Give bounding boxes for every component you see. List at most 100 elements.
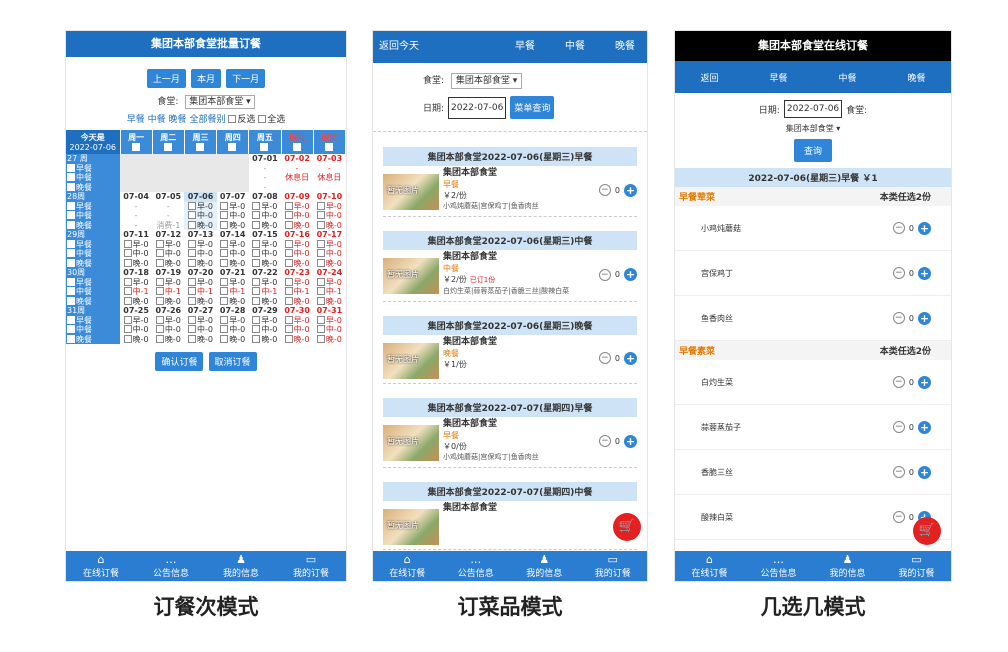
tab-online-order[interactable]: ⌂ 在线订餐 bbox=[373, 551, 442, 581]
meal-cell[interactable]: 晚-0 bbox=[184, 296, 216, 307]
meal-cell-checkbox[interactable] bbox=[284, 249, 293, 257]
meal-checkbox[interactable] bbox=[67, 220, 75, 229]
meal-cell[interactable]: 晚-0 bbox=[217, 220, 249, 231]
meal-cell-checkbox[interactable] bbox=[188, 258, 197, 267]
meal-cell-checkbox[interactable] bbox=[316, 277, 325, 286]
meal-cell-checkbox[interactable] bbox=[284, 325, 293, 333]
meal-cell[interactable]: 晚-0 bbox=[281, 334, 313, 345]
meal-cell[interactable]: 中-0 bbox=[184, 211, 217, 221]
plus-button[interactable]: + bbox=[918, 266, 931, 280]
meal-checkbox[interactable] bbox=[67, 211, 75, 219]
meal-cell[interactable]: 晚-0 bbox=[217, 296, 249, 307]
meal-cell[interactable]: 早-0 bbox=[249, 315, 281, 326]
meal-cell[interactable]: 早-0 bbox=[281, 315, 313, 326]
date-input[interactable]: 2022-07-06 bbox=[448, 96, 507, 119]
plus-button[interactable]: + bbox=[624, 351, 637, 365]
tab-my-orders[interactable]: ▭ 我的订餐 bbox=[579, 551, 648, 581]
meal-cell[interactable]: 中-1 bbox=[249, 287, 281, 297]
meal-cell[interactable]: 晚-0 bbox=[152, 296, 184, 307]
plus-button[interactable]: + bbox=[918, 221, 931, 235]
meal-cell-checkbox[interactable] bbox=[220, 220, 229, 229]
minus-button[interactable]: − bbox=[892, 511, 905, 523]
meal-cell-checkbox[interactable] bbox=[252, 296, 261, 305]
meal-cell[interactable]: 晚-0 bbox=[313, 220, 345, 231]
meal-cell[interactable]: 早-0 bbox=[120, 277, 152, 288]
plus-button[interactable]: + bbox=[624, 268, 637, 281]
meal-cell-checkbox[interactable] bbox=[284, 315, 293, 324]
minus-button[interactable]: − bbox=[892, 466, 905, 478]
meal-cell[interactable]: 晚-0 bbox=[313, 296, 345, 307]
this-month-button[interactable]: 本月 bbox=[190, 69, 221, 88]
meal-cell-checkbox[interactable] bbox=[123, 296, 132, 305]
meal-cell-checkbox[interactable] bbox=[155, 249, 164, 257]
meal-cell-checkbox[interactable] bbox=[252, 315, 261, 324]
meal-cell-checkbox[interactable] bbox=[284, 201, 293, 210]
meal-cell[interactable]: 中-0 bbox=[217, 211, 249, 221]
meal-cell-checkbox[interactable] bbox=[188, 334, 197, 343]
meal-cell-checkbox[interactable] bbox=[123, 258, 132, 267]
meal-cell-checkbox[interactable] bbox=[123, 277, 132, 286]
meal-cell[interactable]: 晚-0 bbox=[152, 258, 184, 269]
minus-button[interactable]: − bbox=[892, 222, 905, 234]
meal-cell-checkbox[interactable] bbox=[284, 277, 293, 286]
meal-cell[interactable]: 晚-0 bbox=[120, 296, 152, 307]
meal-cell-checkbox[interactable] bbox=[123, 249, 132, 257]
meal-cell[interactable]: 晚-0 bbox=[249, 296, 281, 307]
next-month-button[interactable]: 下一月 bbox=[226, 69, 266, 88]
tab-my-info[interactable]: ♟ 我的信息 bbox=[206, 551, 276, 581]
weekday-checkbox[interactable] bbox=[228, 143, 237, 151]
tab-my-orders[interactable]: ▭ 我的订餐 bbox=[882, 551, 951, 581]
query-button[interactable]: 查询 bbox=[793, 139, 832, 162]
meal-cell-checkbox[interactable] bbox=[220, 296, 229, 305]
meal-cell-checkbox[interactable] bbox=[220, 211, 229, 219]
meal-cell[interactable]: 晚-0 bbox=[313, 258, 345, 269]
minus-button[interactable]: − bbox=[892, 421, 905, 433]
meal-cell-checkbox[interactable] bbox=[155, 258, 164, 267]
meal-checkbox[interactable] bbox=[67, 201, 75, 210]
minus-button[interactable]: − bbox=[598, 435, 611, 447]
meal-cell-checkbox[interactable] bbox=[220, 334, 229, 343]
tab-lunch[interactable]: 中餐 bbox=[838, 71, 856, 84]
menu-query-button[interactable]: 菜单查询 bbox=[510, 96, 555, 119]
meal-cell-checkbox[interactable] bbox=[188, 211, 197, 219]
meal-cell[interactable]: 早-0 bbox=[184, 277, 216, 288]
meal-checkbox[interactable] bbox=[67, 334, 75, 343]
meal-cell[interactable]: 中-0 bbox=[152, 325, 184, 335]
minus-button[interactable]: − bbox=[892, 267, 905, 279]
meal-cell[interactable]: 中-0 bbox=[249, 211, 281, 221]
back-today-link[interactable]: 返回今天 bbox=[379, 31, 419, 63]
filter-all-meals[interactable]: 全部餐别 bbox=[189, 115, 225, 125]
tab-breakfast[interactable]: 早餐 bbox=[515, 31, 535, 63]
meal-cell-checkbox[interactable] bbox=[316, 287, 325, 295]
meal-cell[interactable]: 早-0 bbox=[313, 277, 345, 288]
meal-cell-checkbox[interactable] bbox=[220, 287, 229, 295]
minus-button[interactable]: − bbox=[598, 352, 611, 364]
meal-cell-checkbox[interactable] bbox=[252, 325, 261, 333]
meal-cell[interactable]: 早-0 bbox=[120, 239, 152, 250]
meal-cell[interactable]: 晚-0 bbox=[217, 334, 249, 345]
meal-cell[interactable]: 晚-0 bbox=[152, 334, 184, 345]
tab-notice[interactable]: … 公告信息 bbox=[442, 551, 511, 581]
meal-cell-checkbox[interactable] bbox=[188, 220, 197, 229]
meal-cell[interactable]: 中-0 bbox=[313, 211, 345, 221]
meal-cell-checkbox[interactable] bbox=[252, 211, 261, 219]
meal-cell-checkbox[interactable] bbox=[252, 201, 261, 210]
meal-cell[interactable]: 中-0 bbox=[249, 249, 281, 259]
meal-cell[interactable]: 早-0 bbox=[217, 277, 249, 288]
meal-cell[interactable]: 晚-0 bbox=[249, 220, 281, 231]
meal-cell[interactable]: 中-0 bbox=[281, 249, 313, 259]
meal-cell-checkbox[interactable] bbox=[284, 287, 293, 295]
meal-cell-checkbox[interactable] bbox=[123, 239, 132, 248]
meal-cell[interactable]: 中-0 bbox=[281, 325, 313, 335]
meal-cell[interactable]: 晚-0 bbox=[281, 220, 313, 231]
meal-cell-checkbox[interactable] bbox=[316, 220, 325, 229]
meal-checkbox[interactable] bbox=[67, 163, 75, 172]
meal-cell[interactable]: 晚-0 bbox=[281, 258, 313, 269]
meal-cell[interactable]: 早-0 bbox=[184, 239, 216, 250]
meal-cell[interactable]: 早-0 bbox=[281, 201, 313, 212]
meal-cell-checkbox[interactable] bbox=[188, 315, 197, 324]
meal-cell-checkbox[interactable] bbox=[252, 277, 261, 286]
weekday-checkbox[interactable] bbox=[196, 143, 204, 151]
canteen-select[interactable]: 集团本部食堂 ▾ bbox=[675, 123, 951, 134]
meal-cell[interactable]: 中-1 bbox=[152, 287, 184, 297]
